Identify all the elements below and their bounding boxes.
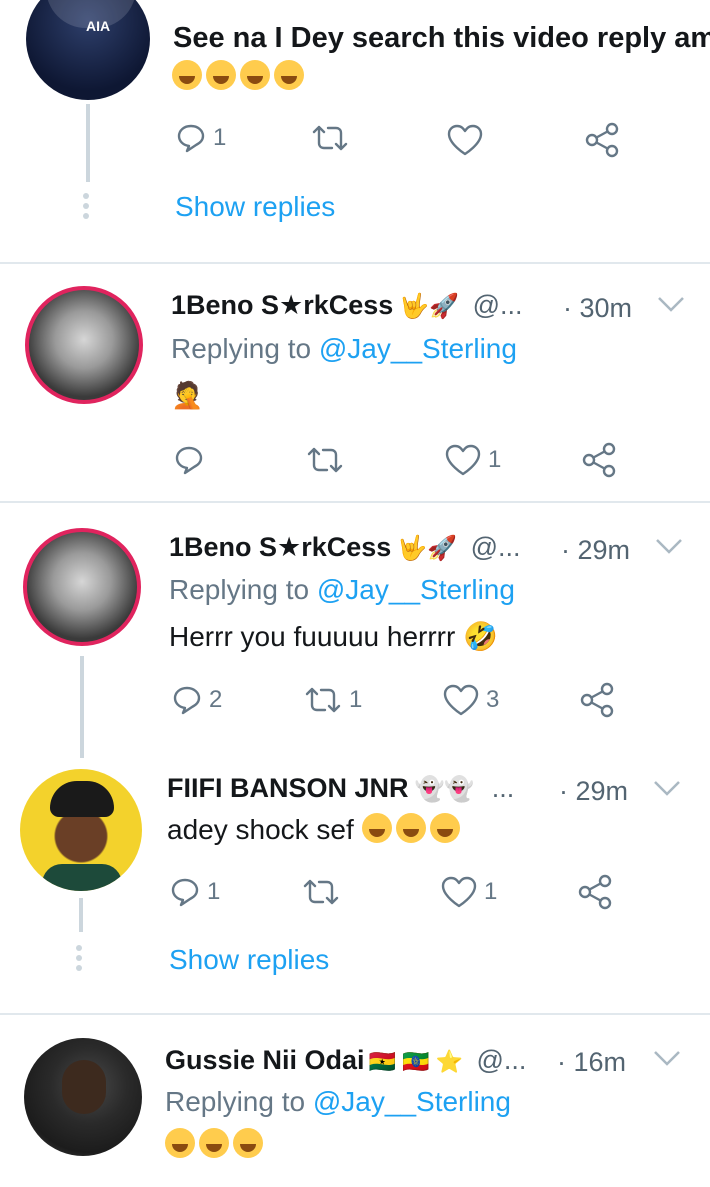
name-emoji: 👻👻 xyxy=(414,776,475,803)
heart-icon xyxy=(441,876,477,908)
retweet-button[interactable] xyxy=(301,872,341,912)
thread-line xyxy=(86,104,90,182)
chevron-down-icon[interactable] xyxy=(654,536,684,556)
like-count: 1 xyxy=(488,446,502,473)
reply-icon xyxy=(177,124,205,153)
tweet-emoji: 🤦 xyxy=(171,380,204,410)
share-icon xyxy=(580,682,614,718)
name-emoji: 🤟🚀 xyxy=(399,293,460,320)
avatar[interactable] xyxy=(24,1038,142,1156)
display-name[interactable]: Gussie Nii Odai 🇬🇭 🇪🇹 ⭐ @... xyxy=(165,1045,526,1076)
name-emoji: 🤟🚀 xyxy=(397,535,458,562)
retweet-icon xyxy=(312,125,348,151)
replying-to: Replying to @Jay__Sterling xyxy=(165,1086,511,1117)
share-button[interactable] xyxy=(578,680,616,720)
show-replies-link[interactable]: Show replies xyxy=(169,944,329,976)
handle: @... xyxy=(470,532,521,562)
reply-button[interactable]: 1 xyxy=(169,872,220,912)
reply-button[interactable]: 2 xyxy=(171,680,222,720)
avatar[interactable] xyxy=(25,286,143,404)
chevron-down-icon[interactable] xyxy=(652,778,682,798)
avatar[interactable]: AIA xyxy=(26,0,150,100)
show-replies-link[interactable]: Show replies xyxy=(175,191,335,223)
thread-dots xyxy=(76,945,82,975)
mention-link[interactable]: @Jay__Sterling xyxy=(319,333,517,364)
timestamp[interactable]: · 29m xyxy=(559,776,628,807)
handle: @... xyxy=(476,1045,527,1075)
chevron-down-icon[interactable] xyxy=(656,294,686,314)
tweet-emoji xyxy=(172,60,308,93)
heart-icon xyxy=(447,124,483,156)
share-button[interactable] xyxy=(580,440,618,480)
name-emoji: 🇬🇭 🇪🇹 ⭐ xyxy=(368,1049,463,1074)
replying-to: Replying to @Jay__Sterling xyxy=(171,333,517,364)
handle: ... xyxy=(491,773,515,803)
thread-dots xyxy=(83,193,89,223)
timestamp[interactable]: · 16m xyxy=(557,1047,626,1078)
retweet-icon xyxy=(303,879,339,905)
retweet-button[interactable] xyxy=(305,440,345,480)
display-name[interactable]: FIIFI BANSON JNR 👻👻 ... xyxy=(167,773,514,804)
reply-icon xyxy=(171,878,199,907)
avatar-figure xyxy=(46,0,136,28)
share-button[interactable] xyxy=(576,872,614,912)
separator xyxy=(0,262,710,264)
tweet-emoji xyxy=(361,813,464,845)
tweet-text: Herrr you fuuuuu herrrr 🤣 xyxy=(169,621,498,652)
tweet-text: adey shock sef xyxy=(167,813,464,846)
reply-button[interactable] xyxy=(173,440,205,480)
avatar-hair xyxy=(50,781,114,817)
avatar[interactable] xyxy=(23,528,141,646)
mention-link[interactable]: @Jay__Sterling xyxy=(317,574,515,605)
share-icon xyxy=(585,122,619,158)
avatar[interactable] xyxy=(20,769,142,891)
like-count: 3 xyxy=(486,686,500,713)
display-name[interactable]: 1Beno S★rkCess 🤟🚀 @... xyxy=(171,290,523,321)
retweet-button[interactable]: 1 xyxy=(303,680,362,720)
reply-count: 1 xyxy=(213,124,227,151)
retweet-count: 1 xyxy=(349,686,363,713)
retweet-icon xyxy=(305,687,341,713)
replying-to: Replying to @Jay__Sterling xyxy=(169,574,515,605)
tweet-emoji xyxy=(165,1128,267,1161)
timestamp[interactable]: · 30m xyxy=(563,293,632,324)
retweet-button[interactable] xyxy=(310,118,350,158)
separator xyxy=(0,1013,710,1015)
handle: @... xyxy=(472,290,523,320)
reply-count: 2 xyxy=(209,686,223,713)
like-button[interactable]: 3 xyxy=(442,680,499,720)
thread-line xyxy=(79,898,83,932)
share-button[interactable] xyxy=(583,120,621,160)
reply-icon xyxy=(173,686,201,715)
mention-link[interactable]: @Jay__Sterling xyxy=(313,1086,511,1117)
thread-line xyxy=(80,656,84,758)
share-icon xyxy=(582,442,616,478)
heart-icon xyxy=(443,684,479,716)
timestamp[interactable]: · 29m xyxy=(561,535,630,566)
like-button[interactable]: 1 xyxy=(444,440,501,480)
share-icon xyxy=(578,874,612,910)
reply-button[interactable]: 1 xyxy=(175,118,226,158)
heart-icon xyxy=(445,444,481,476)
display-name[interactable]: 1Beno S★rkCess 🤟🚀 @... xyxy=(169,532,521,563)
tweet-emoji: 🤣 xyxy=(463,621,498,652)
avatar-shirt xyxy=(42,864,122,891)
tweet-text: See na I Dey search this video reply am xyxy=(173,22,710,54)
reply-icon xyxy=(175,446,203,475)
like-button[interactable]: 1 xyxy=(440,872,497,912)
reply-count: 1 xyxy=(207,878,221,905)
chevron-down-icon[interactable] xyxy=(652,1048,682,1068)
retweet-icon xyxy=(307,447,343,473)
avatar-face xyxy=(62,1060,106,1114)
separator xyxy=(0,501,710,503)
like-count: 1 xyxy=(484,878,498,905)
like-button[interactable] xyxy=(446,120,484,160)
